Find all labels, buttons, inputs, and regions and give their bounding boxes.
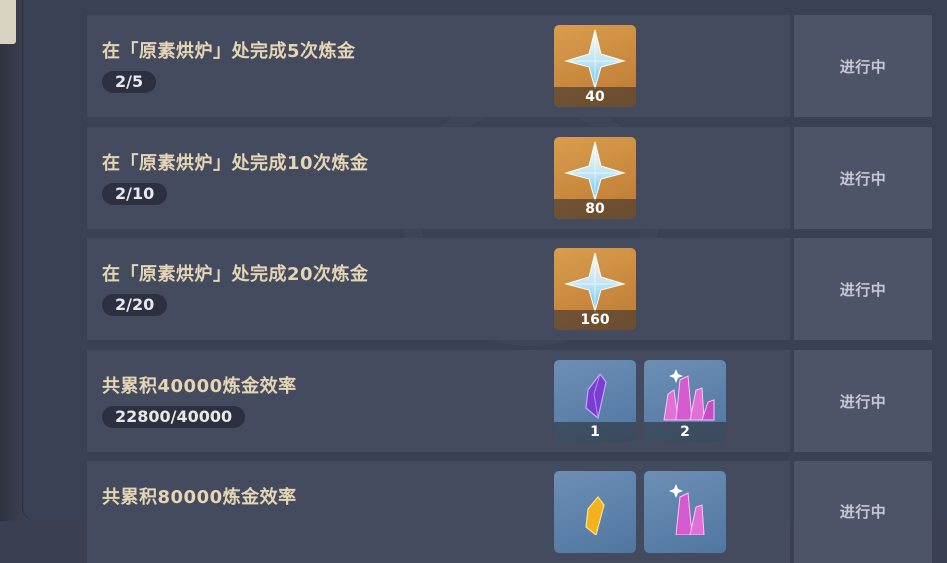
purple-crystal-icon	[585, 373, 607, 420]
task-body: 在「原素烘炉」处完成20次炼金 2/20 160	[87, 238, 790, 340]
primogem-icon	[564, 141, 626, 201]
reward-item[interactable]: 80	[554, 137, 636, 219]
reward-quantity: 1	[554, 422, 636, 442]
reward-item[interactable]: 160	[554, 248, 636, 330]
task-progress: 2/10	[102, 183, 168, 205]
task-title: 在「原素烘炉」处完成5次炼金	[102, 41, 356, 62]
task-body: 在「原素烘炉」处完成10次炼金 2/10 80	[87, 127, 790, 229]
task-progress: 2/20	[102, 294, 168, 316]
reward-quantity: 2	[644, 422, 726, 442]
task-row: 在「原素烘炉」处完成10次炼金 2/10 80 进行中	[87, 127, 932, 229]
pink-crystal-cluster-icon	[669, 484, 705, 535]
reward-quantity: 80	[554, 199, 636, 219]
task-progress: 2/5	[102, 71, 157, 93]
reward-quantity: 40	[554, 87, 636, 107]
left-edge	[0, 0, 22, 521]
status-button[interactable]: 进行中	[794, 461, 932, 563]
task-progress: 22800/40000	[102, 406, 246, 428]
gold-crystal-icon	[585, 496, 605, 535]
reward-item[interactable]: 40	[554, 25, 636, 107]
status-button[interactable]: 进行中	[794, 15, 932, 117]
reward-quantity: 160	[554, 310, 636, 330]
reward-item[interactable]: 1	[554, 360, 636, 442]
task-row: 共累积80000炼金效率 进行中	[87, 461, 932, 563]
task-row: 共累积40000炼金效率 22800/40000 1 2 进行中	[87, 350, 932, 452]
task-title: 共累积40000炼金效率	[102, 376, 297, 397]
task-body: 共累积80000炼金效率	[87, 461, 790, 563]
task-body: 在「原素烘炉」处完成5次炼金 2/5 40	[87, 15, 790, 117]
reward-item[interactable]: 2	[644, 360, 726, 442]
task-body: 共累积40000炼金效率 22800/40000 1 2	[87, 350, 790, 452]
task-title: 在「原素烘炉」处完成10次炼金	[102, 153, 369, 174]
primogem-icon	[564, 29, 626, 89]
task-row: 在「原素烘炉」处完成20次炼金 2/20 160 进行中	[87, 238, 932, 340]
reward-item[interactable]	[644, 471, 726, 553]
left-edge-tab	[0, 0, 16, 44]
status-button[interactable]: 进行中	[794, 127, 932, 229]
status-button[interactable]: 进行中	[794, 238, 932, 340]
task-row: 在「原素烘炉」处完成5次炼金 2/5 40 进行中	[87, 15, 932, 117]
reward-item[interactable]	[554, 471, 636, 553]
primogem-icon	[564, 252, 626, 312]
task-title: 共累积80000炼金效率	[102, 487, 297, 508]
pink-crystal-cluster-icon	[663, 369, 715, 421]
task-title: 在「原素烘炉」处完成20次炼金	[102, 264, 369, 285]
status-button[interactable]: 进行中	[794, 350, 932, 452]
